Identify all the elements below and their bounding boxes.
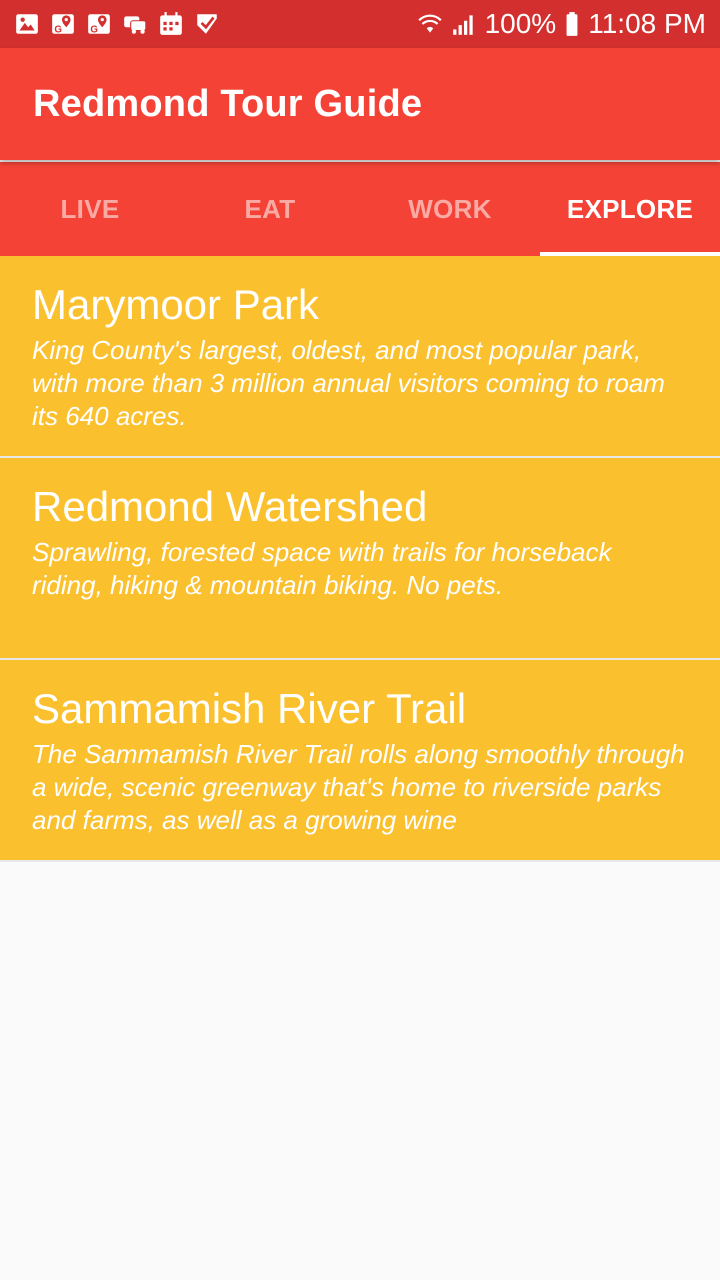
calendar-icon [158,11,184,37]
place-title: Marymoor Park [32,281,320,328]
tab-live[interactable]: LIVE [0,162,180,256]
wifi-icon [417,11,443,37]
maps-icon: G [86,11,112,37]
tab-eat[interactable]: EAT [180,162,360,256]
place-title: Redmond Watershed [32,483,428,530]
list-item[interactable]: Redmond Watershed Sprawling, forested sp… [0,458,720,660]
svg-text:G: G [90,25,98,36]
place-title: Sammamish River Trail [32,685,467,732]
svg-text:G: G [54,25,62,36]
system-status: 100% 11:08 PM [417,8,706,40]
battery-percent: 100% [484,8,557,39]
check-app-icon [194,11,220,37]
clock: 11:08 PM [588,8,706,39]
notification-icons: G G [14,11,220,37]
app-title: Redmond Tour Guide [33,83,423,125]
maps-icon: G [50,11,76,37]
signal-icon [451,11,477,37]
place-description: Sprawling, forested space with trails fo… [32,537,612,600]
place-description: King County's largest, oldest, and most … [32,335,665,431]
status-bar: G G 100% 11:08 PM [0,0,720,48]
battery-icon [564,11,580,37]
category-tabs: LIVE EAT WORK EXPLORE [0,162,720,256]
tab-explore[interactable]: EXPLORE [540,162,720,256]
places-list: Marymoor Park King County's largest, old… [0,256,720,862]
list-item[interactable]: Sammamish River Trail The Sammamish Rive… [0,660,720,862]
place-description: The Sammamish River Trail rolls along sm… [32,739,685,835]
car-icon [122,11,148,37]
tab-work[interactable]: WORK [360,162,540,256]
image-icon [14,11,40,37]
app-bar: Redmond Tour Guide [0,48,720,160]
list-item[interactable]: Marymoor Park King County's largest, old… [0,256,720,458]
